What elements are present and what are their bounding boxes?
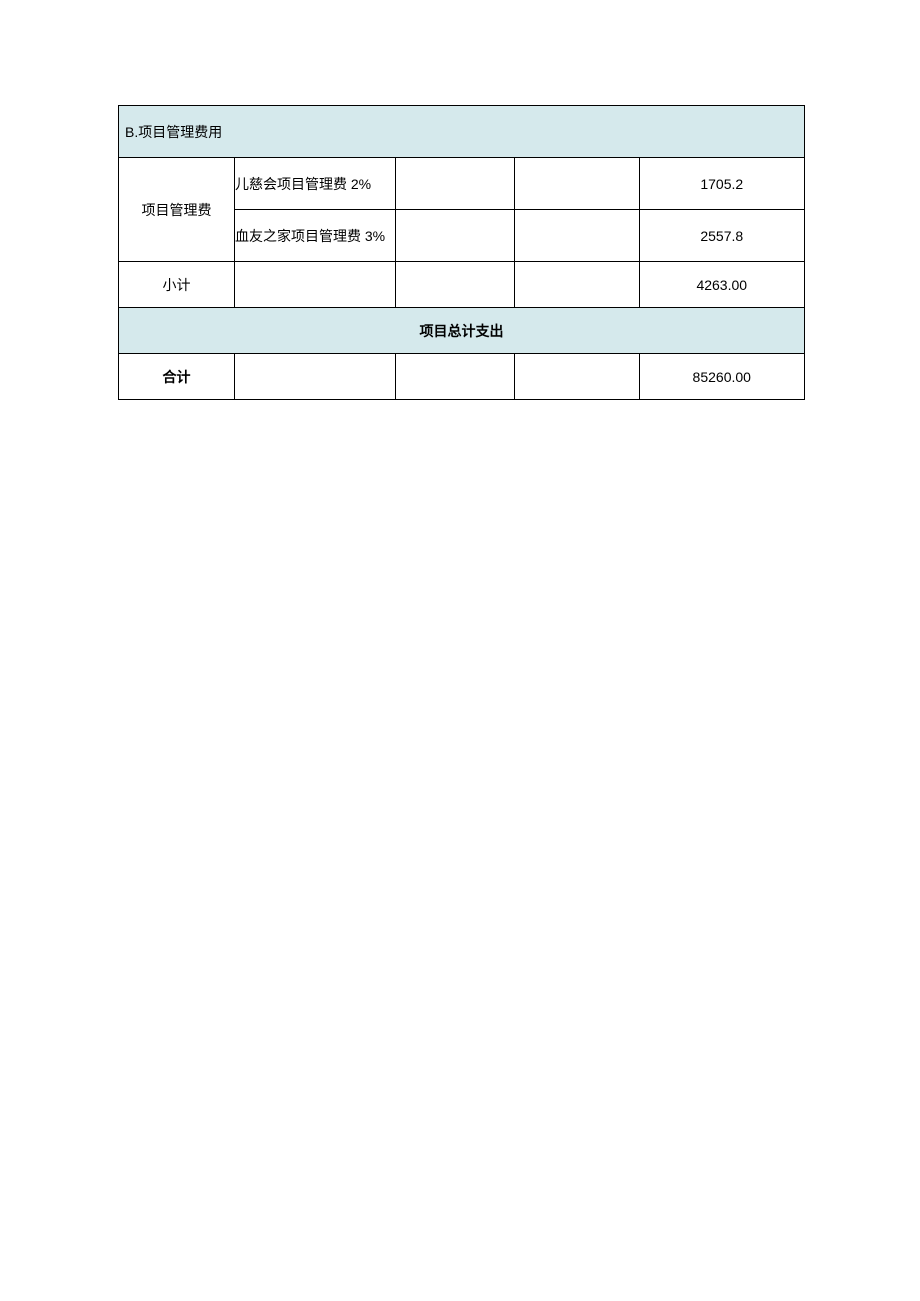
section-b-title: B.项目管理费用 xyxy=(119,106,805,158)
empty-cell xyxy=(515,210,639,262)
empty-cell xyxy=(396,262,515,308)
total-label: 合计 xyxy=(119,354,235,400)
item-desc: 血友之家项目管理费 3% xyxy=(235,210,396,262)
total-section-header-row: 项目总计支出 xyxy=(119,308,805,354)
empty-cell xyxy=(235,354,396,400)
table-row: 项目管理费 儿慈会项目管理费 2% 1705.2 xyxy=(119,158,805,210)
empty-cell xyxy=(515,158,639,210)
empty-cell xyxy=(235,262,396,308)
total-row: 合计 85260.00 xyxy=(119,354,805,400)
subtotal-amount: 4263.00 xyxy=(639,262,804,308)
total-section-title: 项目总计支出 xyxy=(119,308,805,354)
empty-cell xyxy=(515,354,639,400)
subtotal-label: 小计 xyxy=(119,262,235,308)
empty-cell xyxy=(396,354,515,400)
total-amount: 85260.00 xyxy=(639,354,804,400)
section-b-header-row: B.项目管理费用 xyxy=(119,106,805,158)
budget-table: B.项目管理费用 项目管理费 儿慈会项目管理费 2% 1705.2 血友之家项目… xyxy=(118,105,805,400)
item-amount: 1705.2 xyxy=(639,158,804,210)
empty-cell xyxy=(396,210,515,262)
item-amount: 2557.8 xyxy=(639,210,804,262)
empty-cell xyxy=(396,158,515,210)
item-desc: 儿慈会项目管理费 2% xyxy=(235,158,396,210)
empty-cell xyxy=(515,262,639,308)
row-label: 项目管理费 xyxy=(119,158,235,262)
subtotal-row: 小计 4263.00 xyxy=(119,262,805,308)
